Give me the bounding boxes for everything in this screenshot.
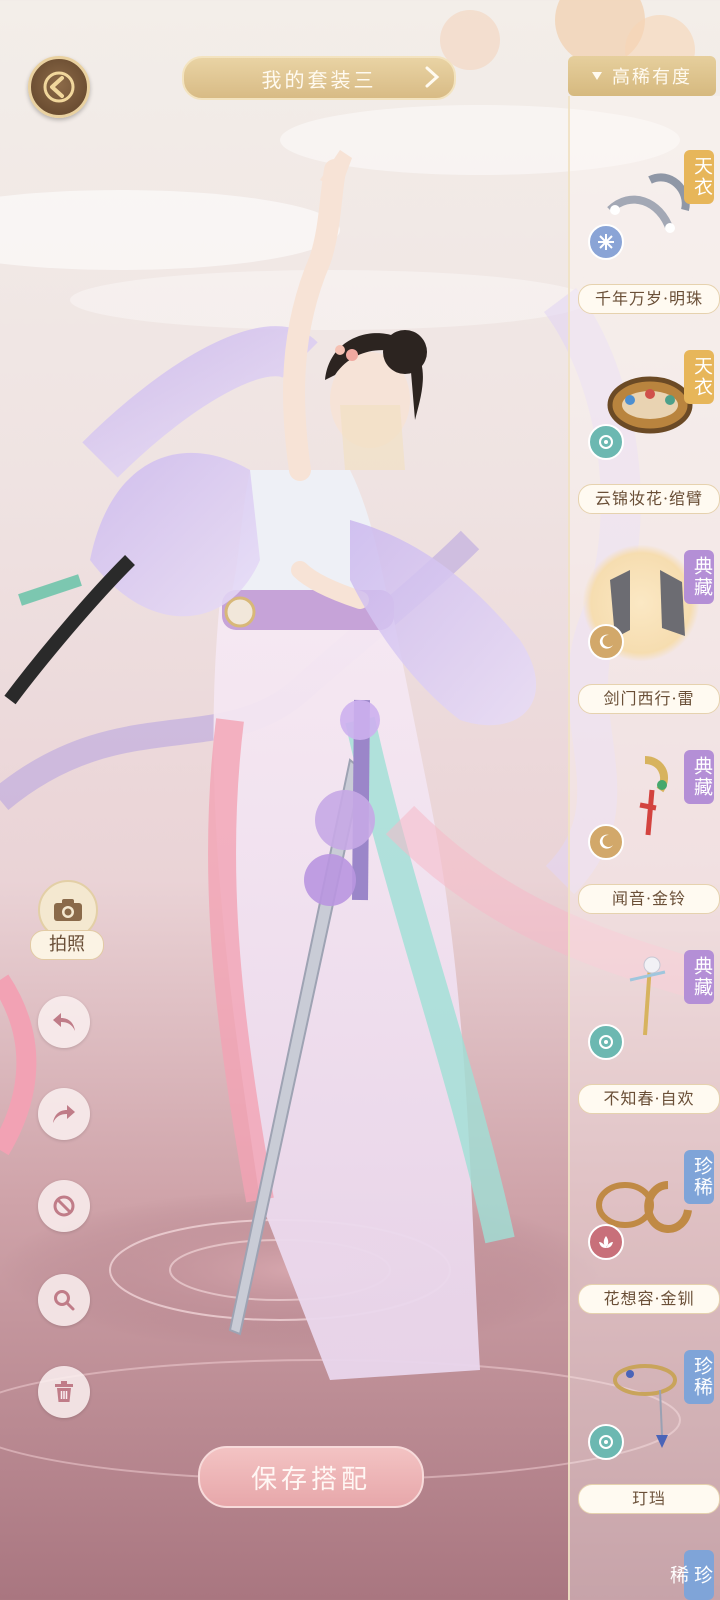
element-badge [588,1224,624,1260]
rarity-badge: 珍稀 [684,1350,714,1404]
item-name: 剑门西行·雷 [578,684,720,714]
rarity-badge: 典藏 [684,550,714,604]
rarity-badge: 珍稀 [667,1550,714,1600]
item-name: 云锦妆花·绾臂 [578,484,720,514]
rarity-badge: 典藏 [684,750,714,804]
moon-icon [599,834,613,849]
redo-icon [53,1105,75,1123]
sort-dropdown[interactable]: 高稀有度 [568,56,716,96]
photo-button[interactable]: 拍照 [30,880,104,960]
outfit-selector[interactable]: 我的套装三 [182,56,456,100]
lotus-icon [599,1236,613,1248]
rarity-badge: 天衣 [684,150,714,204]
element-badge [588,624,624,660]
item-card-selected[interactable]: 典藏 剑门西行·雷 [570,520,720,720]
swirl-icon [599,1435,613,1449]
item-card[interactable]: 典藏 不知春·自欢 [570,920,720,1120]
item-list-panel[interactable]: 天衣 千年万岁·明珠 天衣 云锦妆花·绾臂 典藏 剑门西行·雷 典藏 闻音·金铃… [568,96,720,1600]
element-badge [588,1424,624,1460]
element-badge [588,1024,624,1060]
back-button[interactable] [28,56,90,118]
search-icon [54,1290,75,1311]
sort-label: 高稀有度 [612,67,692,88]
save-outfit-label: 保存搭配 [250,1464,371,1495]
camera-icon [54,899,82,921]
undo-icon [53,1013,75,1031]
snowflake-icon [598,234,614,250]
redo-button[interactable] [38,1088,90,1140]
item-card[interactable]: 典藏 闻音·金铃 [570,720,720,920]
triangle-down-icon [592,72,602,80]
item-card[interactable]: 天衣 云锦妆花·绾臂 [570,320,720,520]
item-card[interactable]: 珍稀 [570,1520,720,1600]
rarity-badge: 天衣 [684,350,714,404]
back-arrow-icon [43,71,75,103]
save-outfit-button[interactable]: 保存搭配 [198,1446,424,1508]
dressup-scene: 我的套装三 高稀有度 天衣 千年万岁·明珠 天衣 云锦妆花·绾臂 典藏 剑门西行… [0,0,720,1600]
rarity-badge: 珍稀 [684,1150,714,1204]
item-name: 千年万岁·明珠 [578,284,720,314]
undo-button[interactable] [38,996,90,1048]
outfit-title-text: 我的套装三 [261,67,377,92]
swirl-icon [599,1035,613,1049]
photo-label: 拍照 [30,930,104,960]
trash-icon [55,1381,73,1402]
hide-button[interactable] [38,1180,90,1232]
element-badge [588,224,624,260]
item-name: 花想容·金钏 [578,1284,720,1314]
chevron-right-icon[interactable] [424,66,440,88]
prohibit-icon [53,1195,75,1217]
item-card[interactable]: 珍稀 花想容·金钏 [570,1120,720,1320]
moon-icon [599,634,613,649]
item-name: 不知春·自欢 [578,1084,720,1114]
swirl-icon [599,435,613,449]
item-name: 闻音·金铃 [578,884,720,914]
element-badge [588,424,624,460]
item-card[interactable]: 珍稀 玎珰 [570,1320,720,1520]
item-card[interactable]: 天衣 千年万岁·明珠 [570,120,720,320]
rarity-badge: 典藏 [684,950,714,1004]
zoom-button[interactable] [38,1274,90,1326]
element-badge [588,824,624,860]
item-name: 玎珰 [578,1484,720,1514]
delete-button[interactable] [38,1366,90,1418]
